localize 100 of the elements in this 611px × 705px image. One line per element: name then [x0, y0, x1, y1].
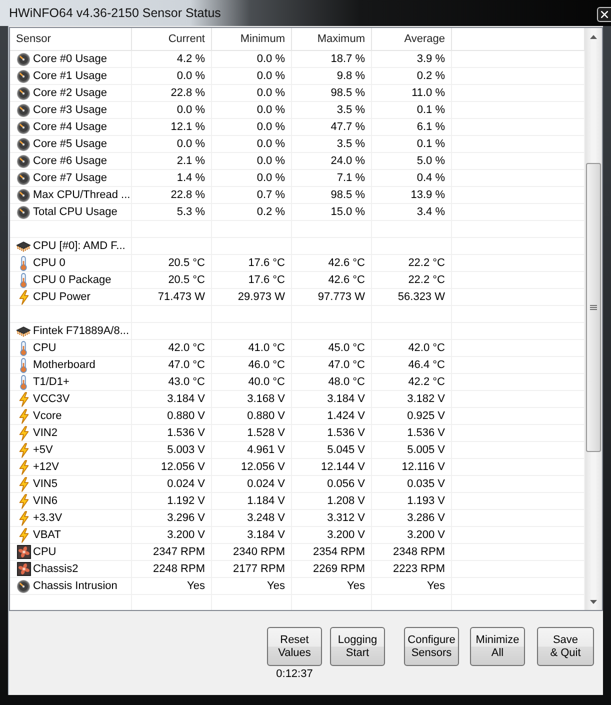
current-value: Yes — [187, 580, 205, 592]
fan-icon — [16, 545, 30, 559]
chip-icon — [16, 240, 31, 252]
lightning-icon — [18, 460, 28, 474]
current-value: 71.473 W — [158, 291, 205, 303]
average-value: 0.1 % — [416, 104, 445, 116]
minimum-value: 0.2 % — [256, 206, 285, 218]
average-value: 3.182 V — [407, 393, 445, 405]
lightning-icon — [18, 408, 28, 424]
lightning-icon — [18, 442, 28, 458]
maximum-value: Yes — [347, 580, 365, 592]
lightning-icon — [18, 510, 28, 526]
maximum-value: 45.0 °C — [328, 342, 365, 354]
minimum-value: 3.168 V — [247, 393, 285, 405]
average-value: 0.035 V — [407, 478, 445, 490]
maximum-value: 3.200 V — [327, 529, 365, 541]
average-value: 5.005 V — [407, 444, 445, 456]
minimum-value: 3.184 V — [247, 529, 285, 541]
minimum-value: 0.0 % — [256, 87, 285, 99]
minimum-value: 17.6 °C — [248, 257, 285, 269]
configure-sensors-button[interactable]: Configure Sensors — [404, 627, 459, 666]
device-name: Fintek F71889A/8... — [33, 325, 129, 337]
minimum-value: 0.0 % — [256, 121, 285, 133]
chip-icon — [16, 326, 31, 336]
current-value: 12.1 % — [170, 121, 205, 133]
minimum-value: 0.7 % — [256, 189, 285, 201]
sensor-name: +5V — [33, 444, 53, 456]
column-header[interactable]: Current — [132, 28, 212, 50]
minimum-value: 1.528 V — [247, 427, 285, 439]
sensor-name: +3.3V — [33, 512, 62, 524]
maximum-value: 42.6 °C — [328, 257, 365, 269]
average-value: Yes — [427, 580, 445, 592]
column-header[interactable]: Maximum — [292, 28, 372, 50]
column-header[interactable]: Sensor — [10, 28, 132, 50]
maximum-value: 12.144 V — [320, 461, 365, 473]
average-value: 1.193 V — [407, 495, 445, 507]
gauge-icon — [17, 70, 30, 82]
save-quit-button[interactable]: Save & Quit — [537, 627, 594, 666]
column-header[interactable]: Minimum — [212, 28, 292, 50]
maximum-value: 0.056 V — [327, 478, 365, 490]
current-value: 20.5 °C — [168, 257, 205, 269]
current-value: 12.056 V — [160, 461, 205, 473]
average-value: 0.4 % — [416, 172, 445, 184]
gauge-icon — [17, 206, 30, 218]
scrollbar-track[interactable] — [585, 28, 602, 610]
current-value: 22.8 % — [170, 87, 205, 99]
minimum-value: 2177 RPM — [233, 563, 285, 575]
maximum-value: 47.7 % — [330, 121, 365, 133]
scroll-down-icon[interactable] — [590, 600, 597, 604]
gauge-icon — [17, 154, 30, 168]
sensor-name: VIN2 — [33, 427, 58, 439]
sensor-name: VBAT — [33, 529, 61, 541]
minimum-value: 0.024 V — [247, 478, 285, 490]
minimum-value: 17.6 °C — [248, 274, 285, 286]
minimum-value: 29.973 W — [238, 291, 285, 303]
minimum-value: 3.248 V — [247, 512, 285, 524]
average-value: 56.323 W — [398, 291, 445, 303]
maximum-value: 98.5 % — [330, 189, 365, 201]
current-value: 1.192 V — [167, 495, 205, 507]
lightning-icon — [18, 290, 28, 304]
average-value: 11.0 % — [412, 87, 445, 99]
maximum-value: 3.312 V — [327, 512, 365, 524]
average-value: 2223 RPM — [393, 563, 445, 575]
gauge-icon — [17, 580, 30, 592]
maximum-value: 2269 RPM — [313, 563, 365, 575]
sensor-name: CPU 0 — [33, 257, 66, 269]
column-header[interactable]: Average — [372, 28, 452, 50]
average-value: 3.200 V — [407, 529, 445, 541]
sensor-name: VIN5 — [33, 478, 58, 490]
average-value: 0.2 % — [416, 70, 445, 82]
close-button[interactable] — [597, 7, 611, 22]
sensor-name: +12V — [33, 461, 59, 473]
sensor-name: Core #0 Usage — [33, 53, 107, 65]
sensor-name: Core #2 Usage — [33, 87, 107, 99]
sensor-name: CPU — [33, 342, 56, 354]
maximum-value: 5.045 V — [327, 444, 365, 456]
sensor-name: Max CPU/Thread ... — [33, 189, 130, 201]
sensor-name: Core #7 Usage — [33, 172, 107, 184]
average-value: 22.2 °C — [408, 257, 445, 269]
average-value: 42.0 °C — [408, 342, 445, 354]
current-value: 5.3 % — [176, 206, 205, 218]
maximum-value: 48.0 °C — [328, 376, 365, 388]
average-value: 13.9 % — [410, 189, 445, 201]
maximum-value: 9.8 % — [336, 70, 365, 82]
current-value: 0.0 % — [176, 138, 205, 150]
logging-start-button[interactable]: Logging Start — [330, 627, 385, 666]
maximum-value: 1.208 V — [327, 495, 365, 507]
maximum-value: 7.1 % — [336, 172, 365, 184]
minimum-value: 0.880 V — [247, 410, 285, 422]
minimum-value: Yes — [267, 580, 285, 592]
scroll-up-icon[interactable] — [590, 34, 597, 38]
maximum-value: 3.5 % — [336, 138, 365, 150]
maximum-value: 1.424 V — [327, 410, 365, 422]
sensor-name: Chassis2 — [33, 563, 78, 575]
sensor-name: Chassis Intrusion — [33, 580, 118, 592]
minimize-all-button[interactable]: Minimize All — [470, 627, 525, 666]
reset-values-button[interactable]: Reset Values — [267, 627, 322, 666]
grip-icon — [590, 305, 597, 310]
sensor-name: Core #5 Usage — [33, 138, 107, 150]
scrollbar-thumb[interactable] — [586, 163, 601, 452]
